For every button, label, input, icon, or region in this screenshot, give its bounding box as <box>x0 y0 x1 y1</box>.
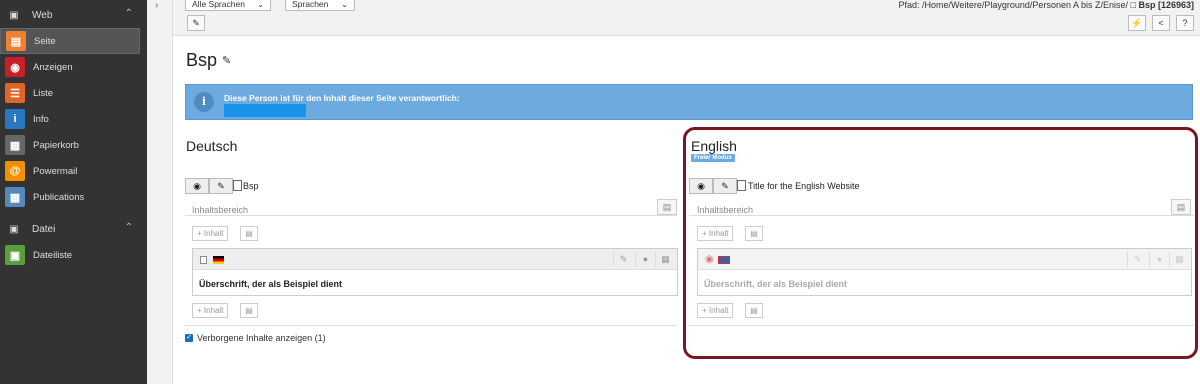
sidebar-item-label: Liste <box>33 87 54 99</box>
toggle-visibility-button[interactable]: ● <box>635 251 655 267</box>
add-content-label: Inhalt <box>203 229 224 238</box>
delete-element-button[interactable]: ▦ <box>655 251 675 267</box>
content-element[interactable]: ✎ ● ▦ Überschrift, der als Beispiel dien… <box>192 248 678 296</box>
new-page-button[interactable]: ✎ <box>187 15 205 31</box>
docheader: Alle Sprachen ⌄ Sprachen ⌄ ✎ Pfad: /Home… <box>173 0 1200 36</box>
content-element-header: ✎ ● ▦ <box>193 249 677 270</box>
eye-icon: ◉ <box>193 180 201 191</box>
module-sidebar: ▣ Web ⌃ ▤ Seite ◉ Anzeigen ☰ Liste i Inf… <box>0 0 147 384</box>
language-select[interactable]: Alle Sprachen ⌄ <box>185 0 271 11</box>
page-icon: □ <box>1130 0 1136 10</box>
tree-collapse-gutter: › <box>147 0 173 384</box>
chevron-up-icon: ⌃ <box>124 222 133 233</box>
edit-page-button[interactable]: ✎ <box>209 178 233 194</box>
column-title-deutsch: Deutsch <box>186 138 238 154</box>
add-content-button[interactable]: + Inhalt <box>192 226 229 241</box>
sidebar-item-label: Publications <box>33 191 85 203</box>
page-module-content: Bsp ✎ i Diese Person ist für den Inhalt … <box>173 36 1200 384</box>
sidebar-item-label: Info <box>33 113 49 125</box>
chevron-right-icon[interactable]: › <box>155 0 158 11</box>
language-select-value: Alle Sprachen <box>192 0 245 9</box>
sidebar-item-label: Seite <box>34 35 56 47</box>
chevron-up-icon: ⌃ <box>124 8 133 19</box>
folder-icon: ▣ <box>5 245 25 265</box>
view-button[interactable]: ◉ <box>185 178 209 194</box>
sidebar-item-publications[interactable]: ▦ Publications <box>0 184 147 210</box>
languages-select[interactable]: Sprachen ⌄ <box>285 0 355 11</box>
sidebar-item-dateiliste[interactable]: ▣ Dateiliste <box>0 242 147 268</box>
pencil-icon: ✎ <box>217 180 225 191</box>
web-icon: ▣ <box>9 9 19 21</box>
sidebar-item-label: Powermail <box>33 165 78 177</box>
share-icon: < <box>1158 18 1164 28</box>
responsible-person-link[interactable] <box>224 104 306 117</box>
sidebar-item-anzeigen[interactable]: ◉ Anzeigen <box>0 54 147 80</box>
content-area-divider <box>185 325 677 326</box>
content-element-heading: Überschrift, der als Beispiel dient <box>199 279 343 289</box>
add-content-label: Inhalt <box>203 306 224 315</box>
sidebar-item-info[interactable]: i Info <box>0 106 147 132</box>
info-icon: i <box>5 109 25 129</box>
wizard-icon: ▤ <box>245 306 253 315</box>
edit-square-icon: ✎ <box>192 17 200 28</box>
languages-select-value: Sprachen <box>292 0 329 9</box>
shortcut-button[interactable]: ⚡ <box>1128 15 1146 31</box>
pencil-icon[interactable]: ✎ <box>222 54 231 67</box>
breadcrumb-path: Pfad: /Home/Weitere/Playground/Personen … <box>898 0 1128 10</box>
content-area-label: Inhaltsbereich <box>192 205 249 215</box>
edit-element-button[interactable]: ✎ <box>613 251 633 267</box>
sidebar-item-label: Dateiliste <box>33 249 73 261</box>
lightning-icon: ⚡ <box>1131 17 1143 28</box>
sidebar-item-label: Anzeigen <box>33 61 73 73</box>
sidebar-group-label: Datei <box>32 223 56 235</box>
breadcrumb: Pfad: /Home/Weitere/Playground/Personen … <box>899 0 1194 10</box>
add-content-button[interactable]: + Inhalt <box>192 303 229 318</box>
page-icon <box>233 180 242 191</box>
chevron-down-icon: ⌄ <box>341 0 348 9</box>
chevron-down-icon: ⌄ <box>257 0 264 9</box>
sidebar-group-label: Web <box>32 9 53 21</box>
image-icon: ▣ <box>9 223 19 235</box>
sidebar-item-liste[interactable]: ☰ Liste <box>0 80 147 106</box>
german-flag-icon <box>213 256 224 264</box>
sidebar-group-datei[interactable]: ▣ Datei ⌃ <box>0 216 147 242</box>
edit-list-icon: ▤ <box>662 201 672 212</box>
sidebar-item-label: Papierkorb <box>33 139 79 151</box>
book-icon: ▦ <box>5 187 25 207</box>
add-wizard-button[interactable]: ▤ <box>240 303 258 318</box>
list-icon: ☰ <box>5 83 25 103</box>
add-wizard-button[interactable]: ▤ <box>240 226 258 241</box>
content-type-icon <box>200 256 207 264</box>
hidden-content-checkbox[interactable]: ✓ <box>185 334 193 342</box>
eye-icon: ◉ <box>5 57 25 77</box>
content-area-deutsch <box>185 215 677 216</box>
info-callout: i Diese Person ist für den Inhalt dieser… <box>185 84 1193 120</box>
hidden-content-label: Verborgene Inhalte anzeigen (1) <box>197 333 326 343</box>
info-icon: i <box>194 92 214 112</box>
share-button[interactable]: < <box>1152 15 1170 31</box>
sidebar-item-seite[interactable]: ▤ Seite <box>0 28 140 54</box>
at-icon: @ <box>5 161 25 181</box>
help-button[interactable]: ? <box>1176 15 1194 31</box>
help-icon: ? <box>1182 18 1188 28</box>
sidebar-item-papierkorb[interactable]: ▦ Papierkorb <box>0 132 147 158</box>
area-options-button[interactable]: ▤ <box>657 199 677 215</box>
page-label: Bsp <box>243 181 259 191</box>
highlight-frame <box>683 127 1198 359</box>
page-title: Bsp <box>186 50 218 70</box>
sidebar-group-web[interactable]: ▣ Web ⌃ <box>0 2 147 28</box>
breadcrumb-page: Bsp [126963] <box>1138 0 1194 10</box>
page-icon: ▤ <box>6 31 26 51</box>
wizard-icon: ▤ <box>245 229 253 238</box>
info-text: Diese Person ist für den Inhalt dieser S… <box>224 93 460 103</box>
sidebar-item-powermail[interactable]: @ Powermail <box>0 158 147 184</box>
trash-icon: ▦ <box>5 135 25 155</box>
